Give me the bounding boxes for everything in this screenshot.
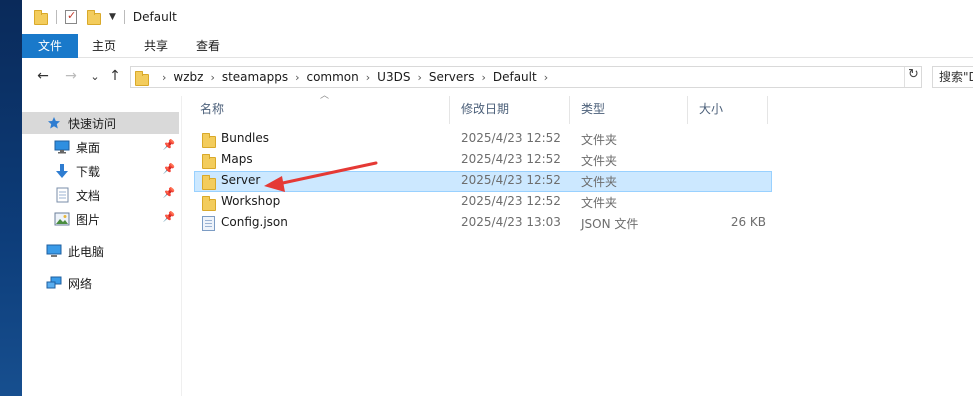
sidebar-item-documents[interactable]: 文档 📌 (22, 184, 179, 206)
file-row-server[interactable]: Server 2025/4/23 12:52 文件夹 (194, 171, 772, 192)
sidebar-item-quick-access[interactable]: 快速访问 (22, 112, 179, 134)
sidebar-item-label: 快速访问 (68, 116, 117, 131)
sidebar-item-desktop[interactable]: 桌面 📌 (22, 136, 179, 158)
chevron-right-icon[interactable]: › (410, 71, 428, 84)
sidebar-item-this-pc[interactable]: 此电脑 (22, 240, 179, 262)
sidebar-item-label: 此电脑 (68, 244, 105, 259)
chevron-right-icon[interactable]: › (359, 71, 377, 84)
folder-icon (202, 154, 216, 169)
file-date: 2025/4/23 13:03 (461, 215, 561, 229)
chevron-right-icon[interactable]: › (155, 71, 173, 84)
forward-icon[interactable]: → (62, 68, 80, 84)
file-date: 2025/4/23 12:52 (461, 152, 561, 166)
file-date: 2025/4/23 12:52 (461, 194, 561, 208)
tab-share[interactable]: 共享 (130, 34, 182, 58)
folder-icon (202, 175, 216, 190)
ribbon-tabs: 文件 主页 共享 查看 (22, 34, 973, 58)
folder-icon[interactable] (34, 10, 48, 25)
pin-icon[interactable]: 📌 (163, 212, 175, 223)
pin-icon[interactable]: 📌 (163, 140, 175, 151)
refresh-icon[interactable]: ↻ (904, 67, 922, 87)
file-name: Workshop (221, 194, 281, 208)
breadcrumb: › wzbz › steamapps › common › U3DS › Ser… (155, 67, 555, 87)
tab-view[interactable]: 查看 (182, 34, 234, 58)
file-type: 文件夹 (581, 154, 618, 168)
window-title: Default (132, 10, 177, 24)
breadcrumb-item[interactable]: wzbz (173, 70, 203, 84)
recent-locations-icon[interactable]: ⌄ (86, 70, 104, 83)
file-row-bundles[interactable]: Bundles 2025/4/23 12:52 文件夹 (194, 129, 772, 150)
quick-access-divider (56, 10, 57, 24)
properties-icon[interactable] (65, 9, 79, 24)
folder-icon (202, 196, 216, 211)
tab-home[interactable]: 主页 (78, 34, 130, 58)
sidebar-item-label: 桌面 (76, 140, 101, 155)
search-input[interactable]: 搜索"De (932, 66, 973, 88)
explorer-window: ▼ Default 文件 主页 共享 查看 ← → ⌄ ↑ › wzbz › s… (22, 0, 973, 396)
file-name: Maps (221, 152, 253, 166)
sidebar-item-pictures[interactable]: 图片 📌 (22, 208, 179, 230)
sidebar-item-label: 图片 (76, 212, 101, 227)
title-divider (123, 10, 125, 24)
column-date-modified[interactable]: 修改日期 (455, 96, 570, 124)
navigation-bar: ← → ⌄ ↑ › wzbz › steamapps › common › U3… (22, 58, 973, 96)
download-icon (54, 163, 70, 179)
title-bar: ▼ Default (22, 0, 973, 34)
breadcrumb-item[interactable]: Servers (429, 70, 475, 84)
sidebar-item-network[interactable]: 网络 (22, 272, 179, 294)
new-folder-icon[interactable] (87, 10, 101, 25)
pin-icon[interactable]: 📌 (163, 188, 175, 199)
tab-file[interactable]: 文件 (22, 34, 79, 58)
column-divider[interactable] (767, 96, 768, 124)
sidebar-item-label: 网络 (68, 276, 93, 291)
file-row-workshop[interactable]: Workshop 2025/4/23 12:52 文件夹 (194, 192, 772, 213)
breadcrumb-item[interactable]: common (306, 70, 358, 84)
file-name: Server (221, 173, 261, 187)
column-divider[interactable] (569, 96, 570, 124)
desktop-icon (54, 139, 70, 155)
address-folder-icon (135, 71, 149, 86)
file-date: 2025/4/23 12:52 (461, 131, 561, 145)
file-name: Config.json (221, 215, 288, 229)
breadcrumb-item[interactable]: steamapps (222, 70, 288, 84)
column-headers: ︿ 名称 修改日期 类型 大小 (194, 91, 784, 124)
document-icon (54, 187, 70, 203)
file-type: 文件夹 (581, 175, 618, 189)
column-divider[interactable] (687, 96, 688, 124)
file-date: 2025/4/23 12:52 (461, 173, 561, 187)
address-bar[interactable]: › wzbz › steamapps › common › U3DS › Ser… (130, 66, 922, 88)
star-icon (46, 115, 62, 131)
chevron-right-icon[interactable]: › (474, 71, 492, 84)
file-type: 文件夹 (581, 196, 618, 210)
file-type: JSON 文件 (581, 217, 639, 231)
computer-icon (46, 243, 62, 259)
pin-icon[interactable]: 📌 (163, 164, 175, 175)
folder-icon (202, 133, 216, 148)
sidebar-item-label: 下载 (76, 164, 101, 179)
chevron-right-icon[interactable]: › (537, 71, 555, 84)
file-name: Bundles (221, 131, 270, 145)
file-row-config-json[interactable]: Config.json 2025/4/23 13:03 JSON 文件 26 K… (194, 213, 772, 234)
breadcrumb-item[interactable]: Default (493, 70, 537, 84)
file-icon (202, 216, 215, 231)
navigation-pane: 快速访问 桌面 📌 下载 📌 文档 📌 图片 📌 此电脑 网络 (22, 96, 182, 396)
back-icon[interactable]: ← (34, 68, 52, 84)
file-row-maps[interactable]: Maps 2025/4/23 12:52 文件夹 (194, 150, 772, 171)
column-size[interactable]: 大小 (693, 96, 767, 124)
desktop-background (0, 0, 22, 396)
up-icon[interactable]: ↑ (106, 68, 124, 84)
file-size: 26 KB (730, 215, 766, 229)
picture-icon (54, 211, 70, 227)
chevron-right-icon[interactable]: › (203, 71, 221, 84)
network-icon (46, 275, 62, 291)
customize-quick-access-icon[interactable]: ▼ (109, 12, 116, 22)
breadcrumb-item[interactable]: U3DS (377, 70, 410, 84)
sidebar-item-downloads[interactable]: 下载 📌 (22, 160, 179, 182)
column-type[interactable]: 类型 (575, 96, 687, 124)
chevron-right-icon[interactable]: › (288, 71, 306, 84)
sidebar-item-label: 文档 (76, 188, 101, 203)
column-divider[interactable] (449, 96, 450, 124)
file-type: 文件夹 (581, 133, 618, 147)
column-name[interactable]: 名称 (194, 96, 449, 124)
